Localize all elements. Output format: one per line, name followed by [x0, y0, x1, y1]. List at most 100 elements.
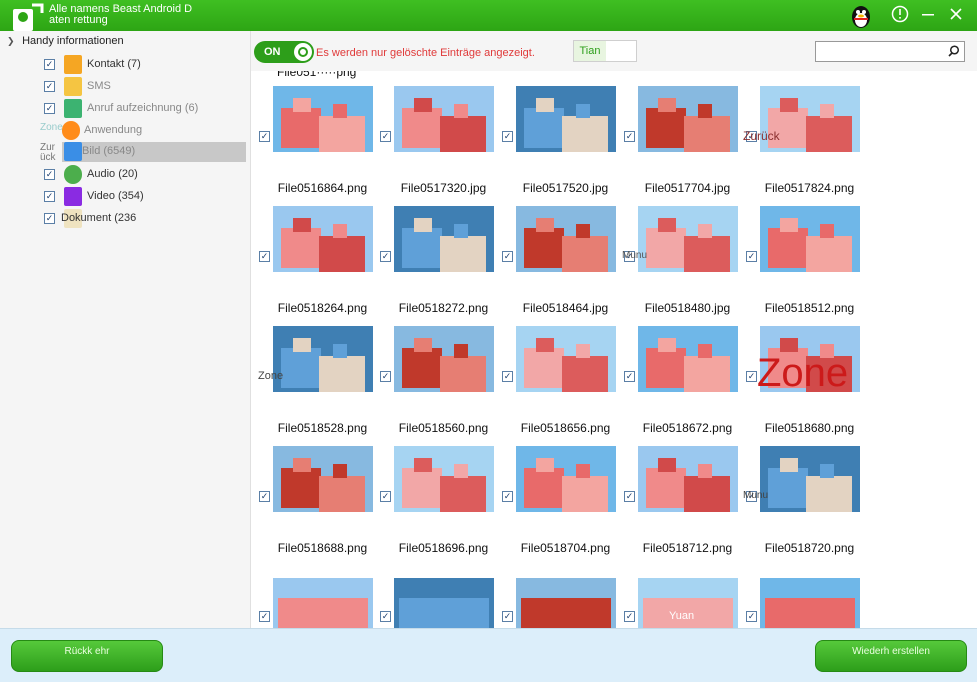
file-checkbox[interactable]: ✓ — [380, 251, 391, 262]
file-checkbox[interactable]: ✓ — [259, 491, 270, 502]
file-thumbnail[interactable] — [760, 206, 860, 272]
file-thumbnail[interactable] — [273, 206, 373, 272]
search-box[interactable] — [815, 41, 965, 62]
file-thumbnail[interactable] — [394, 326, 494, 392]
checkbox[interactable]: ✓ — [44, 103, 55, 114]
help-icon[interactable] — [890, 5, 910, 25]
file-tile[interactable]: ✓ File0518272.png — [372, 191, 494, 315]
sidebar-item-label: Anruf aufzeichnung (6) — [87, 102, 199, 114]
file-thumbnail[interactable] — [516, 326, 616, 392]
file-tile[interactable]: ✓ File0518672.png — [616, 311, 738, 435]
checkbox[interactable]: ✓ — [44, 81, 55, 92]
file-checkbox[interactable]: ✓ — [380, 491, 391, 502]
file-checkbox[interactable]: ✓ — [624, 611, 635, 622]
file-thumbnail[interactable] — [516, 206, 616, 272]
sidebar-item-video[interactable]: ✓ Video (354) — [44, 187, 246, 207]
checkbox[interactable]: ✓ — [44, 213, 55, 224]
toggle-knob — [294, 43, 312, 61]
sidebar-item-audio[interactable]: ✓ Audio (20) — [44, 165, 246, 185]
back-button[interactable]: Rückk ehr — [11, 640, 163, 672]
checkbox[interactable]: ✓ — [44, 191, 55, 202]
sidebar-item-contacts[interactable]: ✓ Kontakt (7) — [44, 55, 246, 75]
file-checkbox[interactable]: ✓ — [259, 131, 270, 142]
sidebar-item-documents[interactable]: ✓ Dokument (236 — [44, 209, 246, 229]
ghost-zone-text: Zone — [40, 122, 63, 133]
file-tile[interactable]: ✓ File0518512.png — [738, 191, 860, 315]
file-thumbnail[interactable] — [394, 446, 494, 512]
file-tile[interactable]: ✓ File0518656.png — [494, 311, 616, 435]
sidebar-item-apps[interactable]: Anwendung — [62, 121, 246, 141]
file-thumbnail[interactable] — [638, 446, 738, 512]
file-thumbnail[interactable] — [516, 446, 616, 512]
file-tile[interactable]: ✓ File0518712.png — [616, 431, 738, 555]
search-icon[interactable] — [948, 45, 960, 57]
file-tile[interactable]: ✓ File0517520.jpg — [494, 71, 616, 195]
file-tile[interactable]: ✓ File0518264.png — [251, 191, 373, 315]
sidebar-item-call-records[interactable]: ✓ Anruf aufzeichnung (6) — [44, 99, 246, 119]
sidebar-item-images[interactable]: Bild (6549) — [62, 142, 246, 162]
file-thumbnail[interactable] — [638, 206, 738, 272]
minimize-icon[interactable] — [918, 5, 938, 25]
file-tile[interactable]: ✓ File0518696.png — [372, 431, 494, 555]
file-tile[interactable]: ✓ File0517704.jpg — [616, 71, 738, 195]
file-checkbox[interactable]: ✓ — [624, 371, 635, 382]
file-checkbox[interactable]: ✓ — [502, 491, 513, 502]
checkbox[interactable]: ✓ — [44, 169, 55, 180]
file-checkbox[interactable]: ✓ — [502, 371, 513, 382]
file-checkbox[interactable]: ✓ — [380, 131, 391, 142]
sidebar-item-label: SMS — [87, 80, 111, 92]
file-checkbox[interactable]: ✓ — [259, 611, 270, 622]
filter-message: Es werden nur gelöschte Einträge angezei… — [316, 47, 535, 59]
file-thumbnail[interactable] — [638, 86, 738, 152]
file-checkbox[interactable]: ✓ — [624, 131, 635, 142]
file-tile[interactable]: ✓ File0518688.png — [251, 431, 373, 555]
close-icon[interactable] — [946, 5, 966, 25]
file-thumbnail[interactable] — [760, 446, 860, 512]
toggle-label: ON — [264, 46, 281, 58]
file-checkbox[interactable]: ✓ — [624, 491, 635, 502]
file-thumbnail[interactable] — [516, 578, 616, 628]
file-thumbnail[interactable] — [394, 206, 494, 272]
file-checkbox[interactable]: ✓ — [746, 611, 757, 622]
view-switch[interactable]: Tian — [573, 40, 637, 62]
file-thumbnail[interactable] — [638, 326, 738, 392]
file-checkbox[interactable]: ✓ — [746, 371, 757, 382]
file-thumbnail[interactable] — [273, 326, 373, 392]
file-checkbox[interactable]: ✓ — [502, 131, 513, 142]
checkbox[interactable]: ✓ — [44, 59, 55, 70]
file-checkbox[interactable]: ✓ — [259, 251, 270, 262]
restore-button[interactable]: Wiederh erstellen — [815, 640, 967, 672]
file-thumbnail[interactable] — [273, 86, 373, 152]
file-thumbnail[interactable] — [394, 86, 494, 152]
file-thumbnail[interactable] — [516, 86, 616, 152]
file-thumbnail[interactable] — [760, 578, 860, 628]
file-checkbox[interactable]: ✓ — [380, 371, 391, 382]
view-tab-tile[interactable]: Tian — [574, 41, 606, 61]
file-checkbox[interactable]: ✓ — [502, 611, 513, 622]
file-tile[interactable]: ✓ File0518464.jpg — [494, 191, 616, 315]
file-tile[interactable]: ✓ — [738, 551, 860, 628]
overlay-munu-text: Munu — [622, 250, 648, 261]
file-checkbox[interactable]: ✓ — [746, 251, 757, 262]
deleted-only-toggle[interactable]: ON — [254, 41, 314, 63]
file-thumbnail[interactable] — [394, 578, 494, 628]
file-checkbox[interactable]: ✓ — [502, 251, 513, 262]
file-tile[interactable]: ✓ File0518704.png — [494, 431, 616, 555]
tree-root[interactable]: ❯ Handy informationen — [7, 35, 124, 47]
file-tile[interactable]: ✓ File0517320.jpg — [372, 71, 494, 195]
file-tile[interactable]: ✓ — [372, 551, 494, 628]
sidebar-item-sms[interactable]: ✓ SMS — [44, 77, 246, 97]
file-thumbnail[interactable] — [273, 446, 373, 512]
image-icon — [64, 142, 82, 161]
chevron-down-icon[interactable]: ❯ — [7, 36, 19, 47]
file-tile[interactable]: ✓ — [494, 551, 616, 628]
file-grid: File051·····png ✓ File0516864.png ✓ File051… — [251, 71, 977, 628]
file-checkbox[interactable]: ✓ — [380, 611, 391, 622]
phone-icon — [64, 99, 82, 118]
file-thumbnail[interactable] — [273, 578, 373, 628]
file-tile[interactable]: ✓ — [251, 551, 373, 628]
qq-penguin-icon[interactable] — [849, 3, 873, 29]
file-tile[interactable]: ✓ File0516864.png — [251, 71, 373, 195]
file-tile[interactable]: ✓ File0518560.png — [372, 311, 494, 435]
overlay-zone-large-text: Zone — [757, 351, 849, 395]
